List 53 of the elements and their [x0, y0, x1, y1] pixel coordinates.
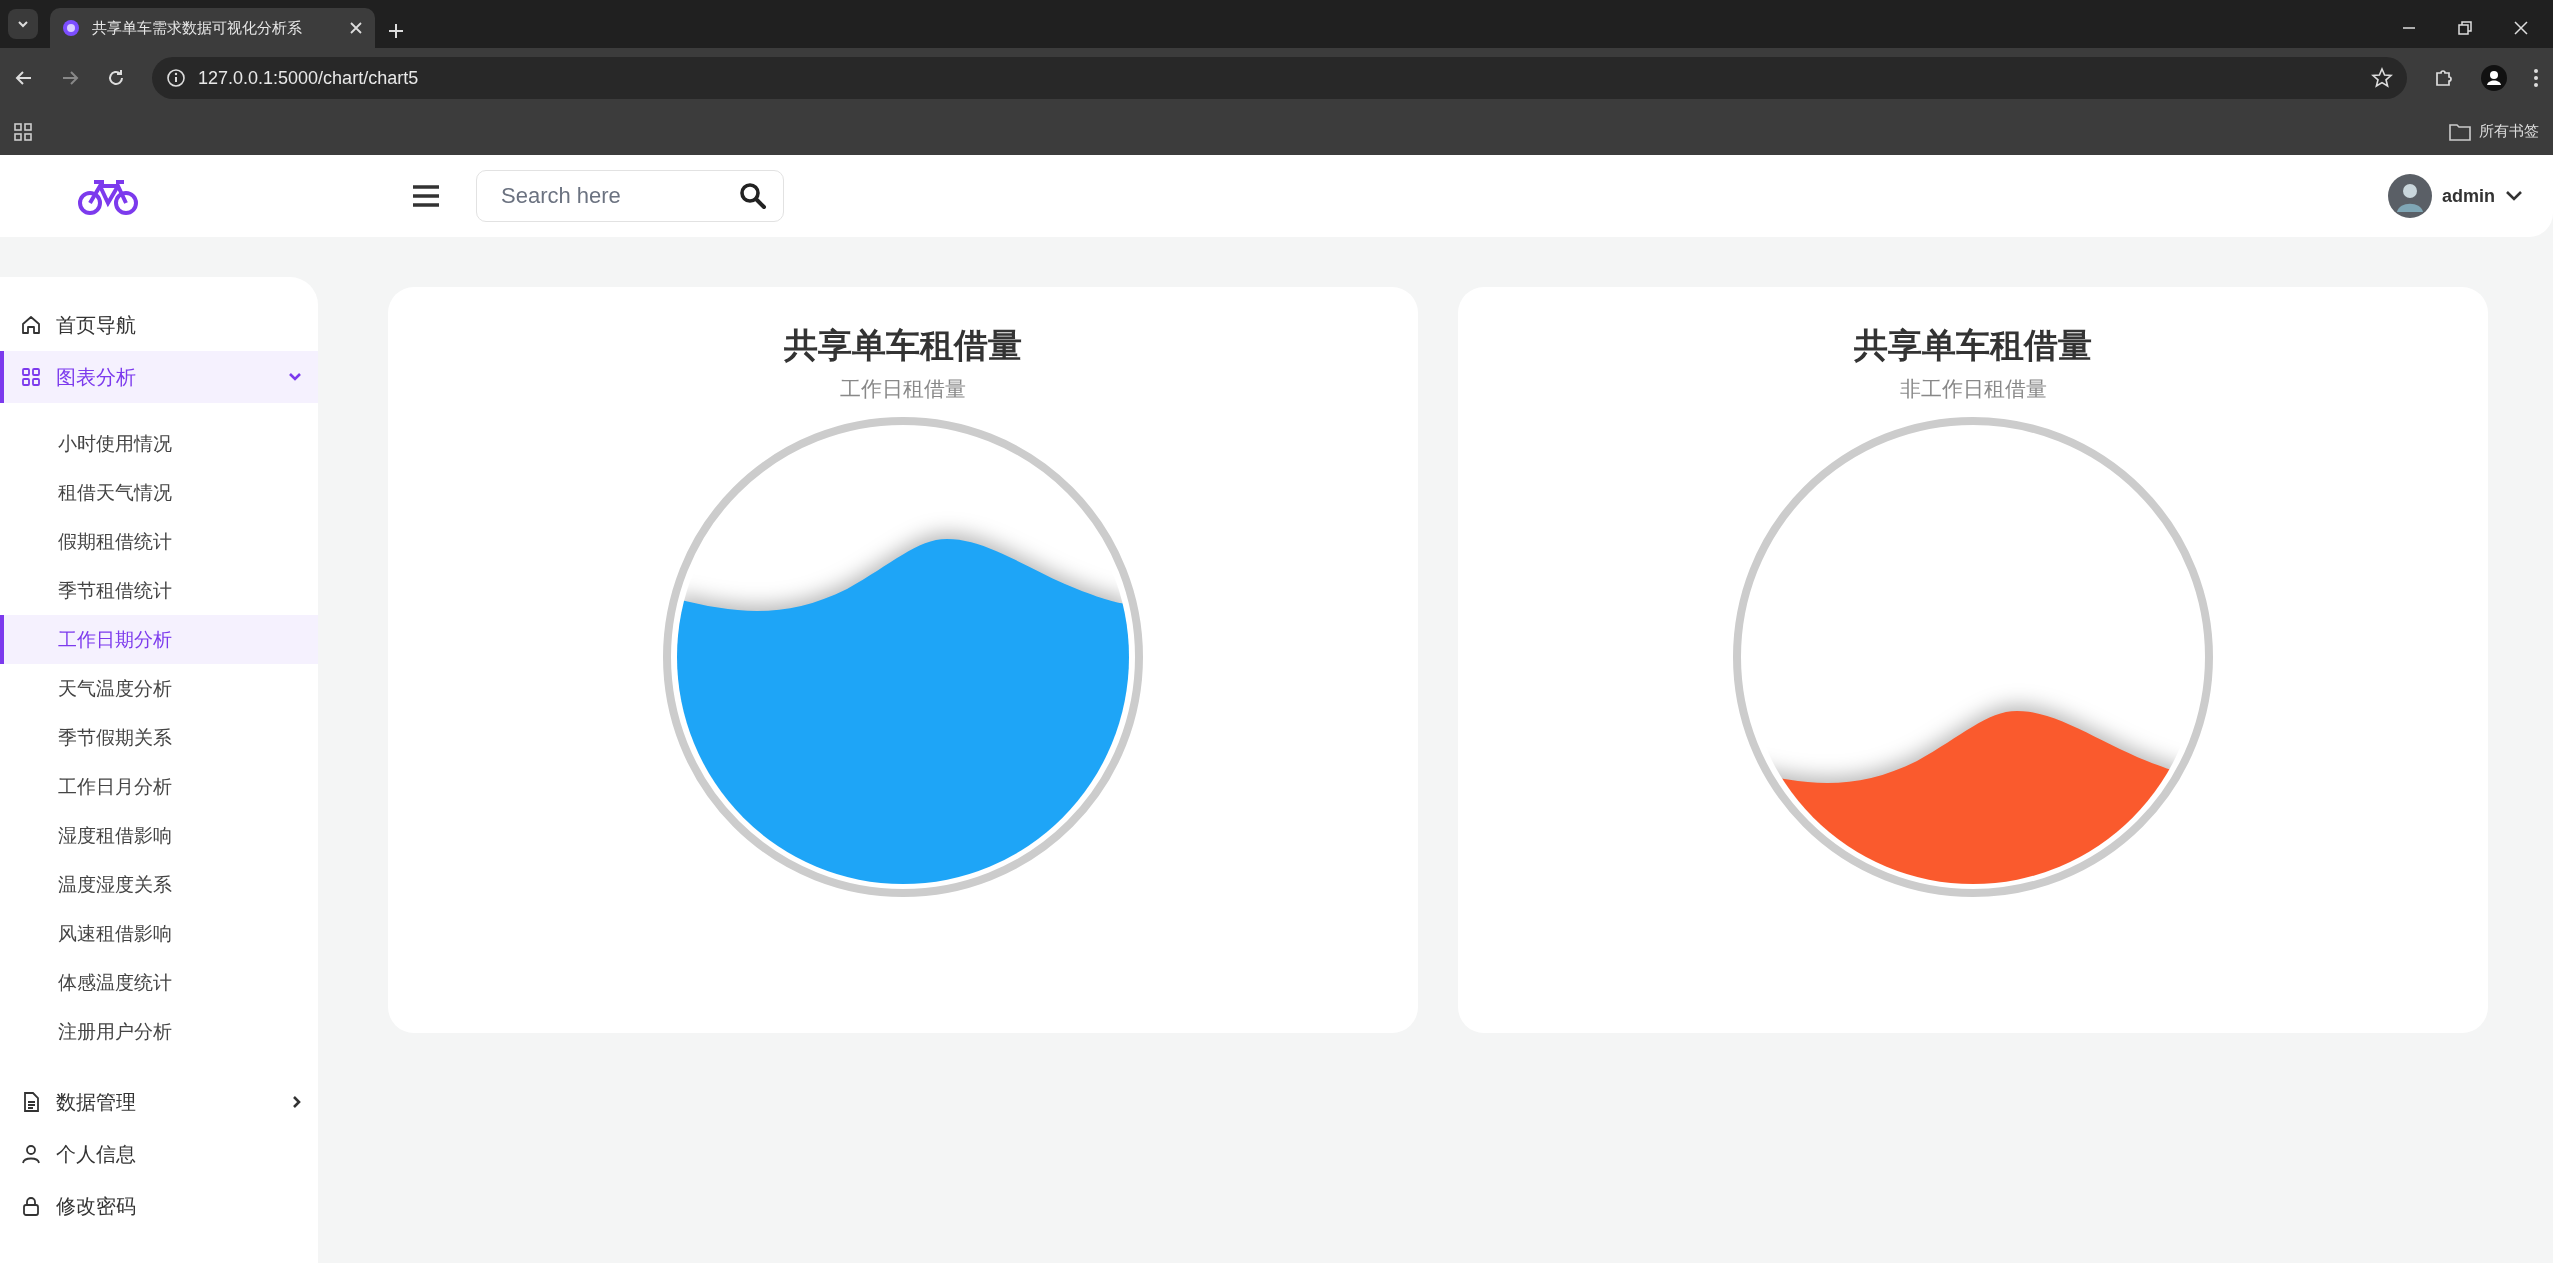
user-name[interactable]: admin — [2442, 185, 2495, 207]
tab-title: 共享单车需求数据可视化分析系 — [92, 18, 303, 38]
close-icon[interactable] — [349, 21, 363, 35]
submenu-item[interactable]: 租借天气情况 — [0, 468, 318, 517]
chevron-right-icon — [292, 1095, 302, 1109]
sidebar-item[interactable]: 首页导航 — [0, 299, 318, 351]
chart-title: 共享单车租借量 — [784, 325, 1022, 366]
info-icon[interactable] — [166, 68, 186, 88]
address-bar[interactable]: 127.0.0.1:5000/chart/chart5 — [152, 57, 2407, 99]
chevron-down-icon — [288, 372, 302, 382]
chevron-down-icon[interactable] — [2505, 190, 2523, 202]
sidebar-item[interactable]: 数据管理 — [0, 1076, 318, 1128]
submenu-item[interactable]: 季节假期关系 — [0, 713, 318, 762]
close-icon[interactable] — [2513, 20, 2529, 36]
sidebar-item[interactable]: 个人信息 — [0, 1128, 318, 1180]
home-icon — [20, 314, 42, 336]
menu-icon[interactable] — [412, 184, 440, 208]
chart-subtitle: 非工作日租借量 — [1899, 376, 2047, 402]
lock-icon — [20, 1195, 42, 1217]
profile-icon[interactable] — [2481, 65, 2507, 91]
new-tab-icon[interactable] — [387, 22, 405, 40]
avatar[interactable] — [2388, 174, 2432, 218]
tab-list-button[interactable] — [8, 9, 38, 39]
site-icon — [62, 19, 80, 37]
chart-title: 共享单车租借量 — [1854, 325, 2092, 366]
submenu-item[interactable]: 风速租借影响 — [0, 909, 318, 958]
submenu-item[interactable]: 体感温度统计 — [0, 958, 318, 1007]
star-icon[interactable] — [2371, 67, 2393, 89]
submenu-item[interactable]: 天气温度分析 — [0, 664, 318, 713]
submenu-item[interactable]: 工作日期分析 — [0, 615, 318, 664]
url-text: 127.0.0.1:5000/chart/chart5 — [198, 67, 420, 89]
person-icon — [20, 1143, 42, 1165]
submenu-item[interactable]: 小时使用情况 — [0, 419, 318, 468]
submenu-item[interactable]: 假期租借统计 — [0, 517, 318, 566]
bookmarks-folder[interactable]: 所有书签 — [2449, 122, 2539, 141]
sidebar-item[interactable]: 图表分析 — [0, 351, 318, 403]
search-bar[interactable]: Search here — [476, 170, 784, 222]
folder-icon — [2449, 122, 2471, 141]
browser-tab[interactable]: 共享单车需求数据可视化分析系 — [50, 8, 375, 48]
apps-icon[interactable] — [14, 122, 32, 141]
search-icon[interactable] — [739, 182, 767, 210]
submenu-item[interactable]: 湿度租借影响 — [0, 811, 318, 860]
restore-icon[interactable] — [2457, 20, 2473, 36]
reload-icon[interactable] — [106, 68, 126, 88]
submenu-item[interactable]: 季节租借统计 — [0, 566, 318, 615]
puzzle-icon[interactable] — [2433, 67, 2455, 89]
submenu-item[interactable]: 温度湿度关系 — [0, 860, 318, 909]
chart-subtitle: 工作日租借量 — [840, 376, 966, 402]
submenu-item[interactable]: 工作日月分析 — [0, 762, 318, 811]
submenu-item[interactable]: 注册用户分析 — [0, 1007, 318, 1056]
sidebar-item[interactable]: 修改密码 — [0, 1180, 318, 1232]
more-icon[interactable] — [2533, 67, 2539, 89]
grid-icon — [20, 366, 42, 388]
